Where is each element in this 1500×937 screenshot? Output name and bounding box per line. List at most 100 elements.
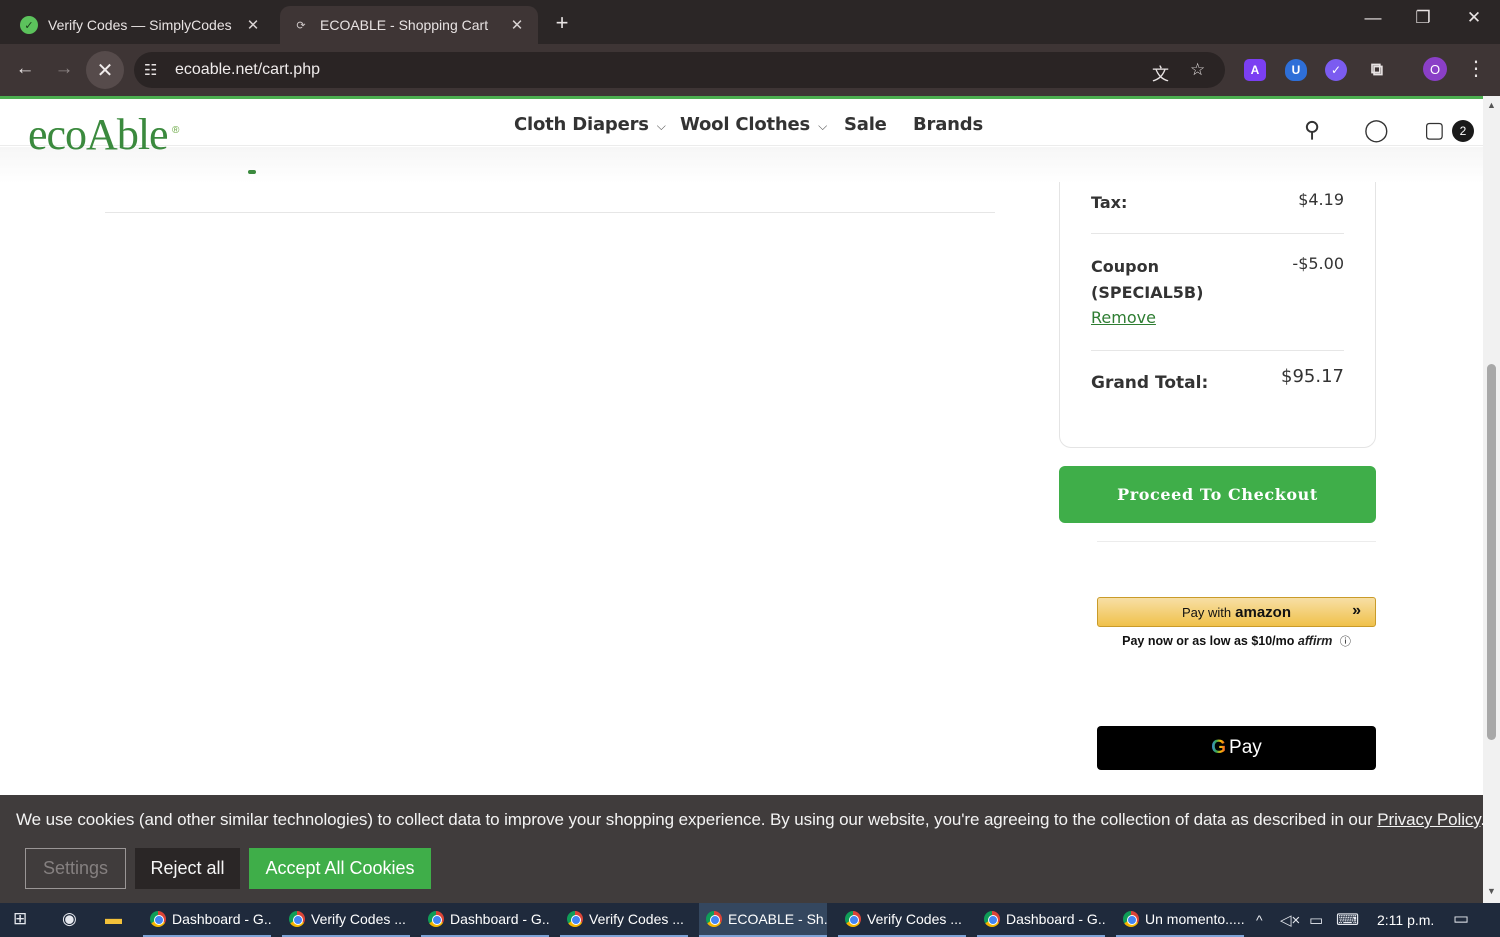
page-scrollbar[interactable]: ▲ ▼ [1483, 96, 1500, 903]
file-explorer-icon[interactable]: ▬ [105, 909, 122, 929]
stop-loading-icon[interactable]: ✕ [86, 51, 124, 89]
taskbar-label: Dashboard - G... [450, 911, 549, 927]
gpay-label: Pay [1229, 737, 1262, 758]
chrome-icon [706, 911, 722, 927]
minimize-icon[interactable]: — [1358, 8, 1388, 28]
nav-label: Wool Clothes [680, 114, 811, 135]
simplycodes-extension-icon[interactable]: ✓ [1325, 59, 1347, 81]
reject-all-button[interactable]: Reject all [135, 848, 240, 889]
translate-icon[interactable]: 文 [1152, 60, 1169, 85]
tax-label: Tax: [1091, 193, 1128, 212]
site-header: ecoAble ® Cloth Diapers ⌵ Wool Clothes ⌵ S… [0, 99, 1483, 157]
order-summary-card: Tax: $4.19 Coupon (SPECIAL5B) -$5.00 Rem… [1059, 182, 1376, 448]
privacy-policy-link[interactable]: Privacy Policy [1377, 810, 1480, 829]
taskbar-window[interactable]: Dashboard - G... [977, 903, 1105, 937]
nav-sale[interactable]: Sale [844, 114, 887, 135]
chrome-pinned-icon[interactable]: ◉ [62, 909, 77, 929]
back-icon[interactable]: ← [12, 58, 38, 80]
taskbar-window[interactable]: Verify Codes ... [838, 903, 966, 937]
payment-divider [1097, 541, 1376, 542]
forward-icon[interactable]: → [51, 58, 77, 80]
double-chevron-right-icon: » [1352, 602, 1361, 619]
chrome-icon [1123, 911, 1139, 927]
taskbar-label: ECOABLE - Sh... [728, 911, 827, 927]
accept-all-cookies-button[interactable]: Accept All Cookies [249, 848, 431, 889]
browser-tab-bar: ✓ Verify Codes — SimplyCodes ✕ ⟳ ECOABLE… [0, 0, 1500, 44]
grand-total-value: $95.17 [1281, 366, 1344, 387]
bookmark-star-icon[interactable]: ☆ [1190, 60, 1205, 80]
browser-menu-icon[interactable]: ⋮ [1466, 56, 1486, 81]
speaker-muted-icon[interactable]: ◁× [1280, 911, 1300, 929]
restore-icon[interactable]: ❐ [1408, 8, 1438, 28]
loading-favicon-icon: ⟳ [296, 19, 306, 32]
chevron-down-icon: ⌵ [818, 119, 827, 133]
close-tab-icon[interactable]: ✕ [508, 16, 526, 34]
ecoable-logo[interactable]: ecoAble [28, 113, 169, 157]
taskbar-label: Dashboard - G... [1006, 911, 1105, 927]
scrollbar-thumb[interactable] [1487, 364, 1496, 740]
site-info-icon[interactable]: ☷ [144, 61, 157, 79]
tab-verify-codes[interactable]: ✓ Verify Codes — SimplyCodes ✕ [8, 6, 274, 44]
google-pay-button[interactable]: G Pay [1097, 726, 1376, 770]
tab-title: Verify Codes — SimplyCodes [48, 17, 232, 33]
search-icon[interactable]: ⚲ [1304, 117, 1320, 143]
keyboard-icon[interactable]: ⌨ [1336, 910, 1359, 930]
page-viewport: Tax: $4.19 Coupon (SPECIAL5B) -$5.00 Rem… [0, 96, 1483, 903]
info-icon[interactable]: ⓘ [1340, 636, 1351, 648]
windows-taskbar: ⊞ ◉ ▬ Dashboard - G... Verify Codes ... … [0, 903, 1500, 937]
chevron-down-icon: ⌵ [656, 119, 666, 133]
new-tab-icon[interactable]: + [550, 10, 574, 36]
cookie-message-text: We use cookies (and other similar techno… [16, 810, 1373, 829]
extensions-puzzle-icon[interactable]: ⧉ [1366, 59, 1388, 81]
coupon-value: -$5.00 [1292, 254, 1344, 273]
task-view-icon[interactable]: ⊞ [13, 909, 27, 929]
taskbar-window-active[interactable]: ECOABLE - Sh... [699, 903, 827, 937]
taskbar-label: Verify Codes ... [867, 911, 962, 927]
network-icon[interactable]: ▭ [1309, 911, 1323, 929]
taskbar-label: Un momento..... [1145, 911, 1244, 927]
account-icon[interactable]: ◯ [1364, 117, 1389, 143]
cart-divider [105, 212, 995, 213]
cookie-consent-banner: We use cookies (and other similar techno… [0, 795, 1483, 903]
cookie-message: We use cookies (and other similar techno… [16, 810, 1483, 830]
chrome-icon [567, 911, 583, 927]
amazon-prefix: Pay with [1182, 604, 1232, 620]
tab-ecoable-cart[interactable]: ⟳ ECOABLE - Shopping Cart ✕ [280, 6, 538, 44]
tax-value: $4.19 [1298, 190, 1344, 209]
header-shadow [0, 147, 1483, 183]
extension-a-icon[interactable]: A [1244, 59, 1266, 81]
scroll-down-arrow-icon[interactable]: ▼ [1487, 886, 1496, 896]
simplycodes-favicon-icon: ✓ [20, 16, 38, 34]
affirm-promo[interactable]: Pay now or as low as $10/mo affirm ⓘ [1097, 633, 1376, 649]
scroll-up-arrow-icon[interactable]: ▲ [1487, 100, 1496, 110]
cookie-settings-button[interactable]: Settings [25, 848, 126, 889]
chevron-up-icon[interactable]: ^ [1256, 912, 1263, 928]
taskbar-window[interactable]: Dashboard - G... [421, 903, 549, 937]
taskbar-window[interactable]: Un momento..... [1116, 903, 1244, 937]
url-text[interactable]: ecoable.net/cart.php [175, 61, 320, 79]
cart-bag-icon[interactable]: ▢ [1424, 117, 1445, 143]
notifications-icon[interactable]: ▭ [1453, 909, 1469, 929]
pay-with-amazon-button[interactable]: Pay with amazon » [1097, 597, 1376, 627]
close-window-icon[interactable]: ✕ [1459, 8, 1489, 28]
registered-mark-icon: ® [172, 125, 180, 136]
nav-cloth-diapers[interactable]: Cloth Diapers ⌵ [514, 114, 666, 135]
taskbar-window[interactable]: Dashboard - G... [143, 903, 271, 937]
taskbar-label: Dashboard - G... [172, 911, 271, 927]
nav-brands[interactable]: Brands [913, 114, 983, 135]
nav-wool-clothes[interactable]: Wool Clothes ⌵ [680, 114, 827, 135]
proceed-to-checkout-button[interactable]: Proceed To Checkout [1059, 466, 1376, 523]
profile-avatar[interactable]: O [1423, 57, 1447, 81]
coupon-label: Coupon (SPECIAL5B) [1091, 257, 1204, 302]
address-bar[interactable]: ☷ ecoable.net/cart.php 文 ☆ [134, 52, 1225, 88]
remove-coupon-link[interactable]: Remove [1091, 308, 1344, 327]
chrome-icon [845, 911, 861, 927]
amazon-logo: amazon [1235, 603, 1291, 621]
summary-divider [1091, 350, 1344, 351]
shield-extension-icon[interactable]: U [1285, 59, 1307, 81]
taskbar-clock[interactable]: 2:11 p.m. [1377, 912, 1434, 928]
taskbar-window[interactable]: Verify Codes ... [282, 903, 410, 937]
affirm-logo: affirm [1297, 634, 1333, 648]
taskbar-window[interactable]: Verify Codes ... [560, 903, 688, 937]
close-tab-icon[interactable]: ✕ [244, 16, 262, 34]
